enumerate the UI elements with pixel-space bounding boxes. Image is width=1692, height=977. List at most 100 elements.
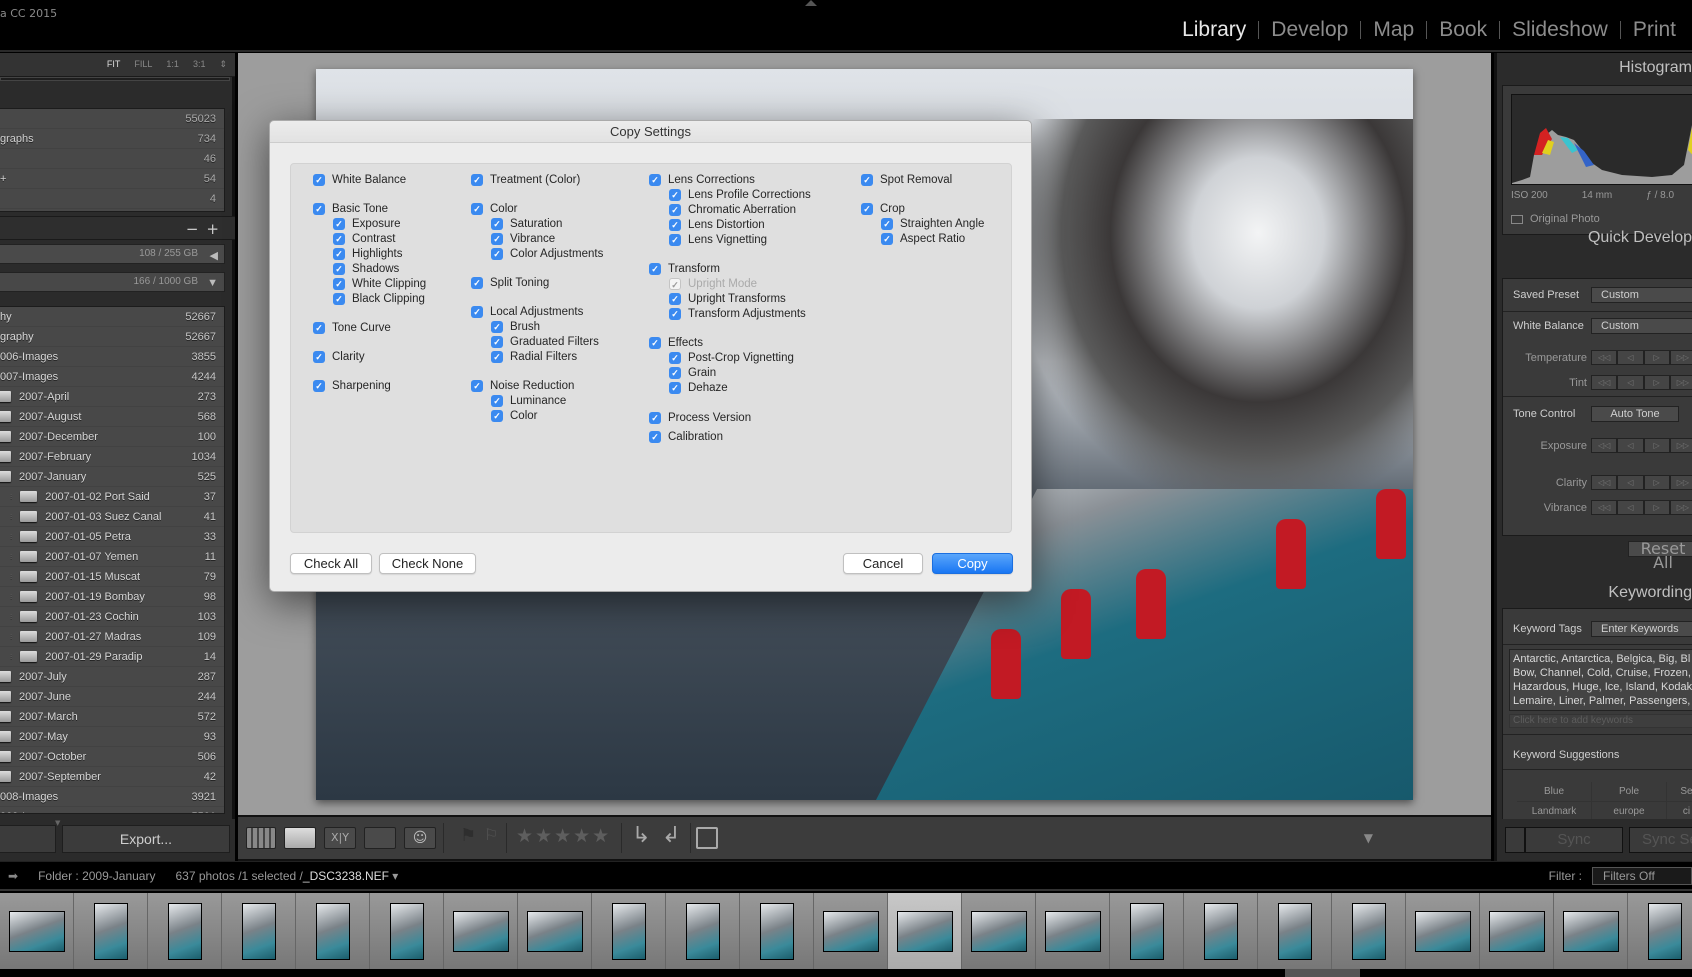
- folder-item[interactable]: 008-Images 3921: [0, 787, 224, 807]
- tint-step-button[interactable]: ▷: [1643, 375, 1670, 390]
- checkbox-effects[interactable]: ✓ Effects: [649, 337, 703, 349]
- temperature-step-button[interactable]: ◁: [1617, 350, 1644, 365]
- add-keywords-input[interactable]: Click here to add keywords: [1509, 714, 1692, 728]
- keywording-header[interactable]: Keywording: [1608, 584, 1692, 602]
- folder-item[interactable]: 2007-March 572: [0, 707, 224, 727]
- filter-dropdown[interactable]: Filters Off: [1592, 867, 1692, 885]
- checkbox-color-adjustments[interactable]: ✓ Color Adjustments: [491, 248, 603, 260]
- checkbox-calibration[interactable]: ✓ Calibration: [649, 430, 723, 443]
- folder-item[interactable]: ⁝ 2007-01-19 Bombay 98: [0, 587, 224, 607]
- checkbox-local-adjustments[interactable]: ✓ Local Adjustments: [471, 306, 583, 318]
- checkbox-chromatic-aberration[interactable]: ✓ Chromatic Aberration: [669, 204, 796, 216]
- folder-item[interactable]: ⁝ 2007-01-02 Port Said 37: [0, 487, 224, 507]
- vibrance-step-button[interactable]: ◁◁: [1591, 500, 1618, 515]
- tint-step-button[interactable]: ◁◁: [1591, 375, 1618, 390]
- filmstrip-thumbnail[interactable]: [1628, 893, 1692, 969]
- checkbox-lens-distortion[interactable]: ✓ Lens Distortion: [669, 219, 765, 231]
- checkbox-tone-curve[interactable]: ✓ Tone Curve: [313, 322, 391, 334]
- zoom-option-1-1[interactable]: 1:1: [166, 59, 179, 70]
- checkbox-contrast[interactable]: ✓ Contrast: [333, 233, 395, 245]
- clarity-step-button[interactable]: ▷: [1643, 475, 1670, 490]
- checkbox-sharpening[interactable]: ✓ Sharpening: [313, 380, 391, 392]
- photo-count[interactable]: 637 photos /1 selected /_DSC3238.NEF ▾: [175, 869, 398, 883]
- copy-button[interactable]: Copy: [932, 553, 1013, 574]
- folder-item[interactable]: 007-Images 4244: [0, 367, 224, 387]
- checkbox-exposure[interactable]: ✓ Exposure: [333, 218, 401, 230]
- keyword-suggestion[interactable]: Se: [1667, 782, 1692, 802]
- checkbox-lens-corrections[interactable]: ✓ Lens Corrections: [649, 174, 755, 186]
- top-panel-toggle[interactable]: [805, 0, 817, 6]
- check-none-button[interactable]: Check None: [379, 553, 476, 574]
- filmstrip-thumbnail[interactable]: [888, 893, 962, 969]
- checkbox-vibrance[interactable]: ✓ Vibrance: [491, 233, 555, 245]
- filmstrip-thumbnail[interactable]: [1332, 893, 1406, 969]
- module-print[interactable]: Print: [1621, 18, 1688, 42]
- folder-item[interactable]: 2007-April 273: [0, 387, 224, 407]
- toolbar-menu-chevron-icon[interactable]: ▼: [1364, 831, 1373, 845]
- folder-item[interactable]: 009-Images 5501: [0, 807, 224, 814]
- histogram-header[interactable]: Histogram: [1619, 59, 1692, 77]
- folder-item[interactable]: ⁝ 2007-01-29 Paradip 14: [0, 647, 224, 667]
- folder-item[interactable]: ⁝ 2007-01-07 Yemen 11: [0, 547, 224, 567]
- star-rating[interactable]: ★★★★★: [516, 825, 611, 847]
- filmstrip-thumbnail[interactable]: [592, 893, 666, 969]
- checkbox-white-balance[interactable]: ✓ White Balance: [313, 174, 406, 186]
- quick-develop-header[interactable]: Quick Develop: [1588, 229, 1692, 247]
- sync-button[interactable]: Sync: [1525, 827, 1623, 853]
- saved-preset-dropdown[interactable]: Custom: [1591, 287, 1692, 303]
- folder-item[interactable]: ⁝ 2007-01-03 Suez Canal 41: [0, 507, 224, 527]
- checkbox-straighten-angle[interactable]: ✓ Straighten Angle: [881, 218, 984, 230]
- volume-1[interactable]: 108 / 255 GB ◀: [0, 244, 225, 264]
- filmstrip-thumbnail[interactable]: [740, 893, 814, 969]
- checkbox-noise-reduction[interactable]: ✓ Noise Reduction: [471, 380, 574, 392]
- exposure-step-button[interactable]: ◁◁: [1591, 438, 1618, 453]
- sync-settings-button[interactable]: Sync Settings: [1629, 827, 1692, 853]
- tint-step-button[interactable]: ▷▷: [1669, 375, 1692, 390]
- checkbox-radial-filters[interactable]: ✓ Radial Filters: [491, 351, 577, 363]
- auto-sync-toggle[interactable]: [1505, 827, 1525, 853]
- folder-item[interactable]: 2007-May 93: [0, 727, 224, 747]
- catalog-item[interactable]: 46: [0, 149, 224, 169]
- checkbox-spot-removal[interactable]: ✓ Spot Removal: [861, 174, 952, 186]
- checkbox-highlights[interactable]: ✓ Highlights: [333, 248, 403, 260]
- cancel-button[interactable]: Cancel: [843, 553, 923, 574]
- folder-item[interactable]: 2007-October 506: [0, 747, 224, 767]
- keyword-suggestion[interactable]: Blue: [1517, 782, 1592, 802]
- crop-face-icon[interactable]: [696, 827, 718, 849]
- people-view-icon[interactable]: ☺: [404, 827, 436, 849]
- filmstrip-thumbnail[interactable]: [814, 893, 888, 969]
- vibrance-step-button[interactable]: ◁: [1617, 500, 1644, 515]
- filmstrip-thumbnail[interactable]: [74, 893, 148, 969]
- exposure-step-button[interactable]: ◁: [1617, 438, 1644, 453]
- checkbox-grain[interactable]: ✓ Grain: [669, 367, 716, 379]
- rotate-left-icon[interactable]: ↳: [632, 823, 650, 848]
- checkbox-white-clipping[interactable]: ✓ White Clipping: [333, 278, 426, 290]
- volume-2[interactable]: 166 / 1000 GB ▼: [0, 272, 225, 292]
- checkbox-saturation[interactable]: ✓ Saturation: [491, 218, 562, 230]
- filmstrip-thumbnail[interactable]: [148, 893, 222, 969]
- checkbox-lens-vignetting[interactable]: ✓ Lens Vignetting: [669, 234, 767, 246]
- flag-pick-icon[interactable]: ⚑: [460, 825, 476, 846]
- filmstrip-thumbnail[interactable]: [1480, 893, 1554, 969]
- checkbox-lens-profile-corrections[interactable]: ✓ Lens Profile Corrections: [669, 189, 811, 201]
- vibrance-step-button[interactable]: ▷▷: [1669, 500, 1692, 515]
- temperature-step-button[interactable]: ▷▷: [1669, 350, 1692, 365]
- checkbox-transform-adjustments[interactable]: ✓ Transform Adjustments: [669, 308, 806, 320]
- survey-view-icon[interactable]: [364, 827, 396, 849]
- module-library[interactable]: Library: [1170, 18, 1258, 42]
- temperature-step-button[interactable]: ▷: [1643, 350, 1670, 365]
- catalog-item[interactable]: graphs 734: [0, 129, 224, 149]
- filmstrip-thumbnail[interactable]: [444, 893, 518, 969]
- catalog-item[interactable]: 55023: [0, 109, 224, 129]
- folder-item[interactable]: 2007-December 100: [0, 427, 224, 447]
- clarity-step-button[interactable]: ◁◁: [1591, 475, 1618, 490]
- zoom-stepper-icon[interactable]: ⇕: [219, 59, 227, 70]
- folder-item[interactable]: 2007-August 568: [0, 407, 224, 427]
- folder-item[interactable]: 2007-July 287: [0, 667, 224, 687]
- folder-label[interactable]: Folder : 2009-January: [38, 869, 155, 883]
- folder-item[interactable]: 2007-June 244: [0, 687, 224, 707]
- module-book[interactable]: Book: [1427, 18, 1499, 42]
- filmstrip-thumbnail[interactable]: [0, 893, 74, 969]
- original-photo-toggle[interactable]: Original Photo: [1511, 213, 1600, 225]
- checkbox-color[interactable]: ✓ Color: [471, 203, 517, 215]
